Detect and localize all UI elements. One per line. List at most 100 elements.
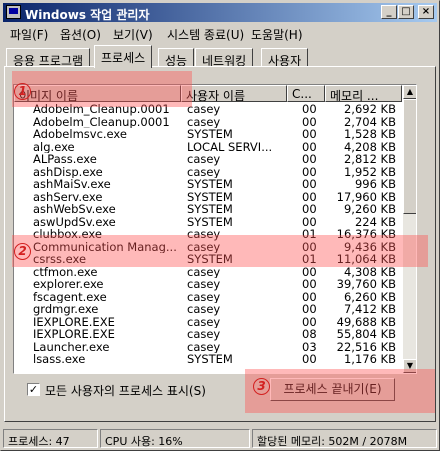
process-row[interactable]: Adobelmsvc.exe SYSTEM 00 1,528 KB: [14, 128, 402, 141]
process-row[interactable]: Communication Manag... casey 00 9,436 KB: [14, 241, 402, 254]
process-row[interactable]: aswUpdSv.exe SYSTEM 00 224 KB: [14, 216, 402, 229]
process-name: clubbox.exe: [33, 228, 102, 241]
process-row[interactable]: explorer.exe casey 00 39,760 KB: [14, 278, 402, 291]
process-user: casey: [187, 240, 221, 253]
process-row[interactable]: ashMaiSv.exe SYSTEM 00 996 KB: [14, 178, 402, 191]
process-cpu: 00: [302, 140, 317, 153]
title-bar[interactable]: Windows 작업 관리자 _ □ ×: [3, 3, 437, 22]
window-title: Windows 작업 관리자: [25, 8, 150, 22]
process-cpu: 00: [302, 215, 317, 228]
process-row[interactable]: Launcher.exe casey 03 22,516 KB: [14, 341, 402, 354]
close-button[interactable]: ×: [418, 5, 434, 19]
process-memory: 4,308 KB: [343, 265, 396, 278]
vertical-scrollbar[interactable]: ▲ ▼: [403, 85, 416, 373]
process-user: casey: [187, 315, 221, 328]
menu-help[interactable]: 도움말(H): [251, 26, 303, 43]
process-cpu: 00: [302, 278, 317, 291]
task-manager-icon: [6, 5, 21, 19]
scroll-down-button[interactable]: ▼: [403, 359, 416, 373]
process-row[interactable]: ctfmon.exe casey 00 4,308 KB: [14, 266, 402, 279]
process-row[interactable]: fscagent.exe casey 00 6,260 KB: [14, 291, 402, 304]
process-name: ALPass.exe: [33, 153, 97, 166]
process-memory: 2,692 KB: [343, 103, 396, 116]
process-memory: 22,516 KB: [336, 340, 396, 353]
column-image-name[interactable]: 이미지 이름: [14, 85, 181, 102]
menu-view[interactable]: 보기(V): [113, 26, 153, 43]
show-all-users-label: 모든 사용자의 프로세스 표시(S): [45, 384, 206, 398]
tab-performance[interactable]: 성능: [158, 48, 195, 68]
process-row[interactable]: Adobelm_Cleanup.0001 casey 00 2,692 KB: [14, 103, 402, 116]
process-name: ashDisp.exe: [33, 165, 103, 178]
process-cpu: 01: [302, 228, 317, 241]
process-row[interactable]: lsass.exe SYSTEM 00 1,176 KB: [14, 353, 402, 366]
status-process-count: 프로세스: 47: [3, 429, 98, 448]
process-memory: 39,760 KB: [336, 278, 396, 291]
process-row[interactable]: ALPass.exe casey 00 2,812 KB: [14, 153, 402, 166]
tab-networking[interactable]: 네트워킹: [195, 48, 254, 68]
process-row[interactable]: csrss.exe SYSTEM 01 11,064 KB: [14, 253, 402, 266]
process-memory: 224 KB: [354, 215, 396, 228]
process-user: casey: [187, 228, 221, 241]
process-cpu: 00: [302, 265, 317, 278]
column-memory[interactable]: 메모리 ...: [325, 85, 402, 102]
process-user: SYSTEM: [187, 203, 233, 216]
process-row[interactable]: alg.exe LOCAL SERVI... 00 4,208 KB: [14, 141, 402, 154]
process-row[interactable]: IEXPLORE.EXE casey 08 55,804 KB: [14, 328, 402, 341]
end-process-button[interactable]: 프로세스 끝내기(E): [270, 378, 395, 401]
tab-applications[interactable]: 응용 프로그램: [6, 48, 91, 68]
process-cpu: 00: [302, 190, 317, 203]
process-row[interactable]: IEXPLORE.EXE casey 00 49,688 KB: [14, 316, 402, 329]
process-cpu: 00: [302, 178, 317, 191]
annotation-marker-1: 1: [14, 83, 31, 100]
list-header: 이미지 이름 사용자 이름 C... 메모리 ...: [14, 85, 402, 102]
process-name: ctfmon.exe: [33, 265, 98, 278]
process-cpu: 00: [302, 240, 317, 253]
process-cpu: 00: [302, 290, 317, 303]
process-name: ashServ.exe: [33, 190, 103, 203]
process-row[interactable]: ashWebSv.exe SYSTEM 00 9,260 KB: [14, 203, 402, 216]
process-user: casey: [187, 340, 221, 353]
process-cpu: 00: [302, 115, 317, 128]
scroll-thumb[interactable]: [403, 99, 416, 214]
process-user: casey: [187, 290, 221, 303]
column-user-name[interactable]: 사용자 이름: [181, 85, 287, 102]
show-all-users-checkbox[interactable]: ✓: [27, 383, 40, 396]
column-cpu[interactable]: C...: [287, 85, 325, 102]
process-memory: 1,528 KB: [343, 128, 396, 141]
maximize-button[interactable]: □: [398, 5, 414, 19]
process-name: ashWebSv.exe: [33, 203, 116, 216]
process-name: Adobelm_Cleanup.0001: [33, 103, 170, 116]
process-user: casey: [187, 115, 221, 128]
process-name: Adobelm_Cleanup.0001: [33, 115, 170, 128]
tab-strip: 응용 프로그램 프로세스 성능 네트워킹 사용자: [1, 45, 440, 68]
process-name: Adobelmsvc.exe: [33, 128, 127, 141]
process-memory: 55,804 KB: [336, 328, 396, 341]
process-row[interactable]: ashServ.exe SYSTEM 00 17,960 KB: [14, 191, 402, 204]
menu-shutdown[interactable]: 시스템 종료(U): [167, 26, 244, 43]
process-name: IEXPLORE.EXE: [33, 315, 115, 328]
tab-users[interactable]: 사용자: [261, 48, 309, 68]
process-memory: 7,412 KB: [343, 303, 396, 316]
process-name: alg.exe: [33, 140, 75, 153]
tab-processes[interactable]: 프로세스: [94, 45, 153, 68]
process-memory: 6,260 KB: [343, 290, 396, 303]
process-memory: 4,208 KB: [343, 140, 396, 153]
process-memory: 16,376 KB: [336, 228, 396, 241]
menu-file[interactable]: 파일(F): [10, 26, 48, 43]
minimize-button[interactable]: _: [381, 5, 397, 19]
process-name: explorer.exe: [33, 278, 104, 291]
process-row[interactable]: grdmgr.exe casey 00 7,412 KB: [14, 303, 402, 316]
process-cpu: 00: [302, 353, 317, 366]
process-user: SYSTEM: [187, 190, 233, 203]
process-user: LOCAL SERVI...: [187, 140, 273, 153]
process-row[interactable]: clubbox.exe casey 01 16,376 KB: [14, 228, 402, 241]
process-memory: 9,436 KB: [343, 240, 396, 253]
scroll-up-button[interactable]: ▲: [403, 85, 416, 99]
process-cpu: 03: [302, 340, 317, 353]
process-row[interactable]: Adobelm_Cleanup.0001 casey 00 2,704 KB: [14, 116, 402, 129]
process-row[interactable]: ashDisp.exe casey 00 1,952 KB: [14, 166, 402, 179]
process-name: Communication Manag...: [33, 240, 177, 253]
process-name: fscagent.exe: [33, 290, 107, 303]
process-list[interactable]: 이미지 이름 사용자 이름 C... 메모리 ... Adobelm_Clean…: [13, 84, 417, 374]
menu-options[interactable]: 옵션(O): [60, 26, 101, 43]
